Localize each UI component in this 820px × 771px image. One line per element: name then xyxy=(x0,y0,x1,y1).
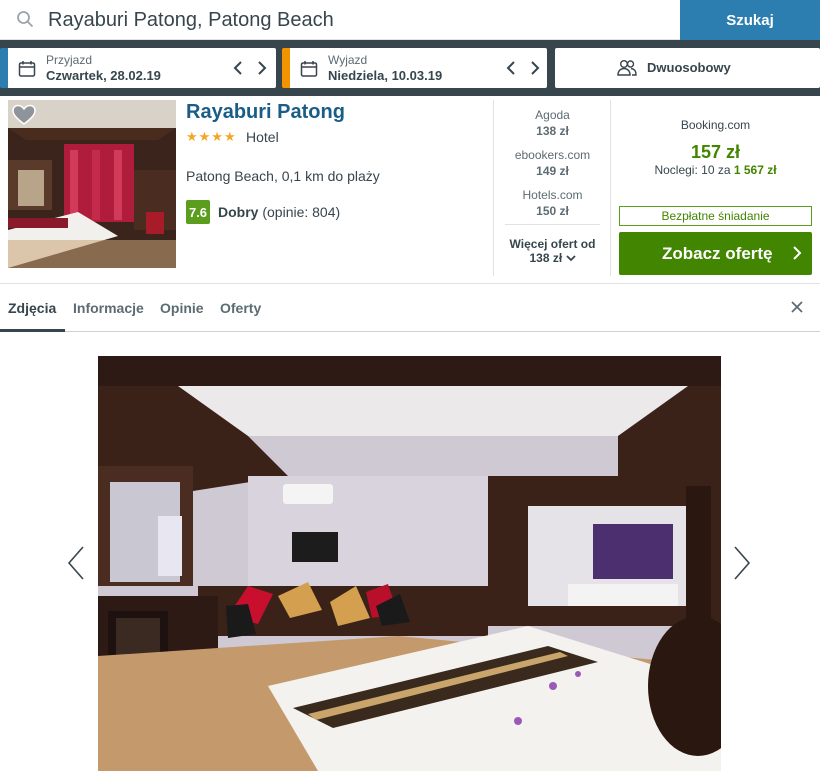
checkin-value: Czwartek, 28.02.19 xyxy=(46,68,161,83)
nights-total: 1 567 zł xyxy=(733,163,777,177)
search-row: Rayaburi Patong, Patong Beach Szukaj xyxy=(0,0,820,40)
room-type-field[interactable]: Dwuosobowy xyxy=(555,48,820,88)
chevron-left-icon[interactable] xyxy=(503,59,521,77)
more-offers-price: 138 zł xyxy=(529,251,563,265)
room-type-label: Dwuosobowy xyxy=(647,60,731,75)
active-tab-indicator xyxy=(0,329,65,332)
offer-item[interactable]: Agoda 138 zł xyxy=(495,108,610,138)
search-icon xyxy=(17,11,34,28)
search-button[interactable]: Szukaj xyxy=(680,0,820,40)
search-input[interactable]: Rayaburi Patong, Patong Beach xyxy=(48,6,334,34)
hotel-location[interactable]: Patong Beach, 0,1 km do plaży xyxy=(186,168,380,184)
free-breakfast-badge: Bezpłatne śniadanie xyxy=(619,206,812,226)
hotel-result-card: Rayaburi Patong ★★★★ Hotel Patong Beach,… xyxy=(0,96,820,284)
detail-tabs: Zdjęcia Informacje Opinie Oferty xyxy=(0,284,820,332)
hotel-type: Hotel xyxy=(246,129,279,145)
more-offers-price-row: 138 zł xyxy=(505,251,600,265)
chevron-down-icon xyxy=(565,255,576,262)
view-deal-button[interactable]: Zobacz ofertę xyxy=(619,232,812,275)
chevron-left-icon[interactable] xyxy=(230,59,248,77)
rating-score-badge: 7.6 xyxy=(186,200,210,224)
tab-photos[interactable]: Zdjęcia xyxy=(8,300,56,316)
checkin-field[interactable]: Przyjazd Czwartek, 28.02.19 xyxy=(0,48,276,88)
tab-reviews[interactable]: Opinie xyxy=(160,300,204,316)
gallery-next-arrow-icon[interactable] xyxy=(732,545,752,581)
users-icon xyxy=(617,60,637,76)
offer-price: 149 zł xyxy=(536,164,569,178)
offer-price: 150 zł xyxy=(536,204,569,218)
calendar-icon xyxy=(18,61,36,77)
rating-word: Dobry xyxy=(218,204,259,220)
star-rating: ★★★★ xyxy=(186,129,237,144)
divider xyxy=(493,100,494,276)
more-offers-link[interactable]: Więcej ofert od 138 zł xyxy=(505,224,600,265)
offer-item[interactable]: Hotels.com 150 zł xyxy=(495,188,610,218)
offer-site: Agoda xyxy=(535,108,570,122)
best-offer: Booking.com 157 zł Noclegi: 10 za 1 567 … xyxy=(611,96,820,284)
best-offer-price: 157 zł xyxy=(690,142,741,162)
date-bar: Przyjazd Czwartek, 28.02.19 Wyjazd Niedz… xyxy=(0,40,820,96)
best-offer-site: Booking.com xyxy=(680,118,751,132)
chevron-right-icon[interactable] xyxy=(252,59,270,77)
close-icon[interactable] xyxy=(790,300,804,314)
view-deal-label: Zobacz ofertę xyxy=(662,243,773,263)
gallery-prev-arrow-icon[interactable] xyxy=(66,545,86,581)
favorite-heart-icon[interactable] xyxy=(12,104,36,126)
hotel-name-link[interactable]: Rayaburi Patong xyxy=(186,101,345,124)
alternative-offers: Agoda 138 zł ebookers.com 149 zł Hotels.… xyxy=(495,96,610,284)
chevron-right-icon xyxy=(793,246,802,260)
offer-site: Hotels.com xyxy=(522,188,583,202)
checkout-label: Wyjazd xyxy=(328,53,368,67)
best-offer-nights: Noclegi: 10 za 1 567 zł xyxy=(611,163,820,177)
checkin-label: Przyjazd xyxy=(46,53,93,67)
offer-price: 138 zł xyxy=(536,124,569,138)
calendar-icon xyxy=(300,61,318,77)
tab-info[interactable]: Informacje xyxy=(73,300,144,316)
rating-reviews: (opinie: 804) xyxy=(262,204,341,220)
offer-item[interactable]: ebookers.com 149 zł xyxy=(495,148,610,178)
gallery-photo xyxy=(98,356,721,771)
rating-summary[interactable]: Dobry (opinie: 804) xyxy=(218,204,340,220)
checkout-value: Niedziela, 10.03.19 xyxy=(328,68,443,83)
chevron-right-icon[interactable] xyxy=(525,59,543,77)
checkout-field[interactable]: Wyjazd Niedziela, 10.03.19 xyxy=(282,48,547,88)
tab-deals[interactable]: Oferty xyxy=(220,300,261,316)
nights-prefix: Noclegi: 10 za xyxy=(654,163,731,177)
more-offers-label: Więcej ofert od xyxy=(509,237,596,251)
offer-site: ebookers.com xyxy=(514,148,591,162)
